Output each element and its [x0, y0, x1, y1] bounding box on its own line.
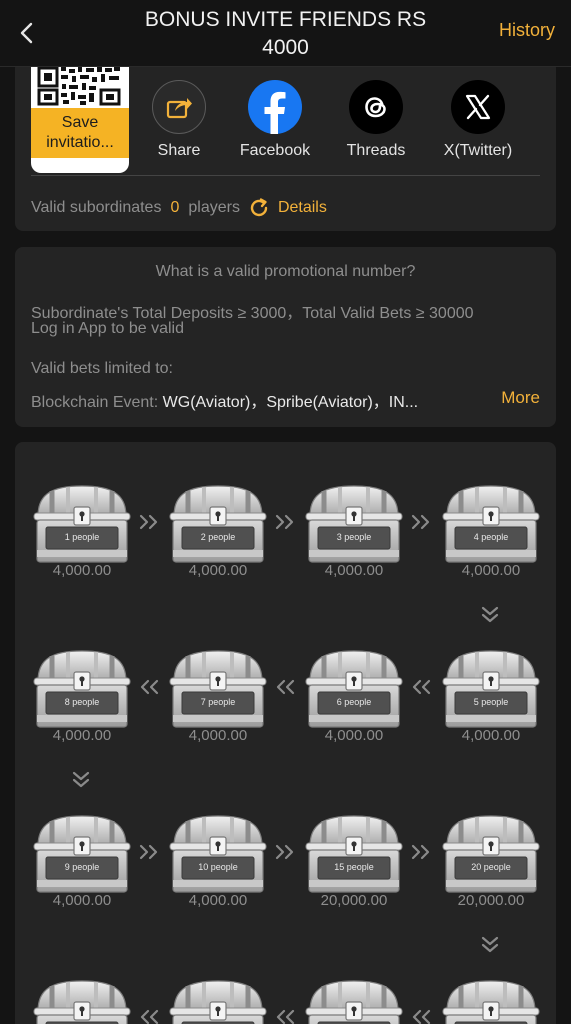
blockchain-label: Blockchain Event: [31, 394, 159, 411]
treasure-chest-icon [169, 815, 267, 893]
divider [31, 175, 540, 176]
double-chevron-left-icon [411, 677, 431, 699]
threads-icon [349, 80, 403, 134]
reward-chest[interactable]: 3 people [304, 480, 404, 566]
reward-chest[interactable] [32, 975, 132, 1024]
reward-chest[interactable]: 5 people [441, 645, 541, 731]
chest-people-label: 15 people [334, 862, 374, 872]
details-link[interactable]: Details [278, 199, 327, 217]
reward-chest[interactable] [304, 975, 404, 1024]
chest-people-label: 7 people [200, 697, 236, 707]
double-chevron-down-icon [481, 606, 503, 628]
reward-chest[interactable]: 20 people [441, 810, 541, 896]
valid-subordinates-label: Valid subordinates [31, 199, 162, 216]
save-label-line2: invitatio... [46, 134, 114, 151]
share-option-facebook[interactable]: Facebook [236, 80, 314, 160]
reward-chest[interactable]: 2 people [168, 480, 268, 566]
back-button[interactable] [14, 18, 38, 48]
share-option-threads[interactable]: Threads [340, 80, 412, 160]
more-link[interactable]: More [497, 388, 540, 408]
save-label-line1: Save [61, 114, 99, 131]
chest-people-label: 6 people [336, 697, 372, 707]
double-chevron-left-icon [139, 677, 159, 699]
treasure-chest-icon [33, 815, 131, 893]
chest-people-label: 1 people [64, 532, 100, 542]
reward-chest[interactable] [168, 975, 268, 1024]
treasure-chest-icon [442, 650, 540, 728]
chest-people-label: 20 people [471, 862, 511, 872]
double-chevron-right-icon [411, 512, 431, 534]
rewards-card: 4,000.00 1 people 4,000.00 2 people 4,00… [15, 442, 556, 1024]
reward-chest[interactable]: 4 people [441, 480, 541, 566]
treasure-chest-icon [305, 485, 403, 563]
double-chevron-down-icon [481, 936, 503, 958]
reward-chest[interactable]: 8 people [32, 645, 132, 731]
share-icon [152, 80, 206, 134]
reward-chest[interactable]: 1 people [32, 480, 132, 566]
players-label: players [188, 199, 240, 216]
treasure-chest-icon [442, 815, 540, 893]
chest-people-label: 5 people [473, 697, 509, 707]
threads-label: Threads [346, 142, 406, 159]
double-chevron-right-icon [411, 842, 431, 864]
treasure-chest-icon [169, 485, 267, 563]
double-chevron-right-icon [275, 512, 295, 534]
double-chevron-right-icon [139, 512, 159, 534]
reward-chest[interactable]: 15 people [304, 810, 404, 896]
share-option-share[interactable]: Share [152, 80, 206, 160]
blockchain-value: WG(Aviator)，Spribe(Aviator)，IN... [162, 394, 419, 411]
chest-people-label: 9 people [64, 862, 100, 872]
reward-chest[interactable]: 6 people [304, 645, 404, 731]
page-title-line1: BONUS INVITE FRIENDS RS [144, 8, 427, 31]
reward-chest[interactable]: 7 people [168, 645, 268, 731]
chest-people-label: 10 people [198, 862, 238, 872]
treasure-chest-icon [33, 650, 131, 728]
refresh-icon[interactable] [248, 197, 270, 219]
login-requirement-text: Log in App to be valid [31, 320, 185, 337]
history-link[interactable]: History [499, 20, 555, 41]
treasure-chest-icon [305, 815, 403, 893]
chevron-left-icon [20, 22, 33, 44]
rules-card: What is a valid promotional number? Subo… [15, 247, 556, 427]
valid-subordinates-count: 0 [170, 199, 180, 216]
double-chevron-down-icon [72, 771, 94, 793]
treasure-chest-icon [33, 485, 131, 563]
top-bar: BONUS INVITE FRIENDS RS 4000 History [0, 0, 571, 67]
save-invitation-button[interactable]: Save invitatio... [31, 108, 129, 158]
treasure-chest-icon [305, 650, 403, 728]
x-twitter-icon [451, 80, 505, 134]
blockchain-event-row: Blockchain Event: WG(Aviator)，Spribe(Avi… [31, 388, 476, 412]
valid-bets-label: Valid bets limited to: [31, 360, 173, 377]
chest-people-label: 3 people [336, 532, 372, 542]
treasure-chest-icon [305, 980, 403, 1024]
reward-chest[interactable]: 10 people [168, 810, 268, 896]
treasure-chest-icon [169, 980, 267, 1024]
chest-people-label: 4 people [473, 532, 509, 542]
share-label: Share [157, 142, 201, 159]
treasure-chest-icon [442, 980, 540, 1024]
double-chevron-right-icon [275, 842, 295, 864]
double-chevron-right-icon [139, 842, 159, 864]
treasure-chest-icon [169, 650, 267, 728]
treasure-chest-icon [442, 485, 540, 563]
facebook-label: Facebook [239, 142, 311, 159]
share-card: Save invitatio... Share Facebook Threads… [15, 60, 556, 231]
double-chevron-left-icon [275, 1007, 295, 1024]
page-title-line2: 4000 [262, 36, 309, 59]
chest-people-label: 8 people [64, 697, 100, 707]
qr-code-card: Save invitatio... [31, 60, 129, 173]
valid-subordinates-row: Valid subordinates 0 players Details [31, 197, 327, 219]
page-title: BONUS INVITE FRIENDS RS 4000 [110, 6, 461, 62]
share-option-x-twitter[interactable]: X(Twitter) [435, 80, 521, 160]
chest-people-label: 2 people [200, 532, 236, 542]
double-chevron-left-icon [411, 1007, 431, 1024]
double-chevron-left-icon [139, 1007, 159, 1024]
x-twitter-label: X(Twitter) [443, 142, 513, 159]
rules-title: What is a valid promotional number? [155, 263, 416, 280]
facebook-icon [248, 80, 302, 134]
reward-chest[interactable] [441, 975, 541, 1024]
reward-chest[interactable]: 9 people [32, 810, 132, 896]
double-chevron-left-icon [275, 677, 295, 699]
treasure-chest-icon [33, 980, 131, 1024]
